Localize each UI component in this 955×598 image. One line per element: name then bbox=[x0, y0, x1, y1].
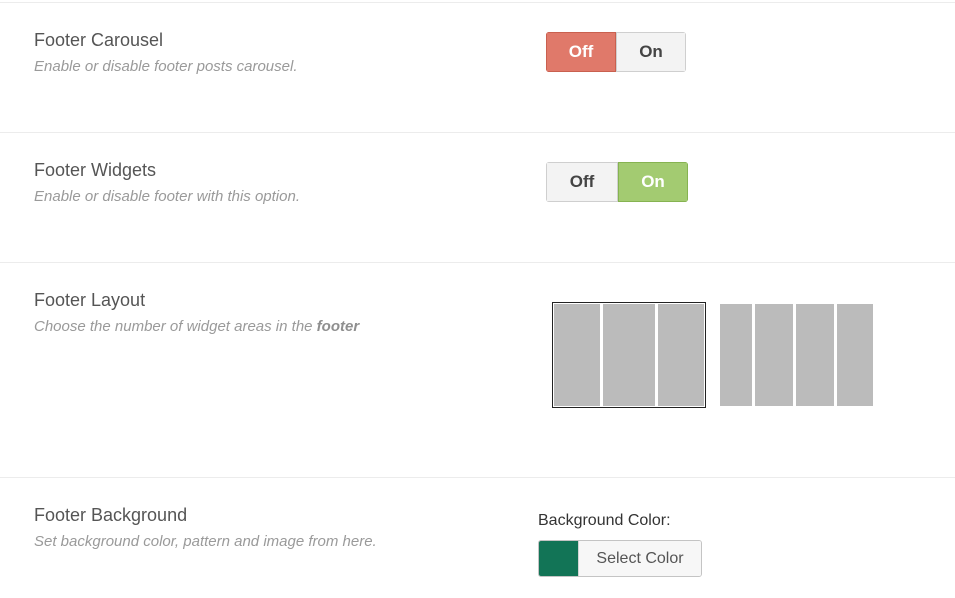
footer-carousel-on-button[interactable]: On bbox=[616, 32, 686, 72]
footer-carousel-description: Enable or disable footer posts carousel. bbox=[34, 58, 298, 75]
footer-widgets-off-button[interactable]: Off bbox=[546, 162, 618, 202]
footer-carousel-off-button[interactable]: Off bbox=[546, 32, 616, 72]
footer-carousel-title: Footer Carousel bbox=[34, 30, 164, 50]
footer-widgets-section: Footer Widgets Enable or disable footer … bbox=[0, 133, 955, 263]
color-swatch bbox=[539, 541, 578, 576]
footer-layout-description-emphasis: footer bbox=[316, 318, 360, 335]
layout-column bbox=[658, 304, 704, 406]
footer-layout-title: Footer Layout bbox=[34, 290, 146, 310]
footer-widgets-on-button[interactable]: On bbox=[618, 162, 688, 202]
footer-carousel-section: Footer Carousel Enable or disable footer… bbox=[0, 3, 955, 133]
layout-column bbox=[837, 304, 873, 406]
layout-column bbox=[796, 304, 834, 406]
background-color-label: Background Color: bbox=[538, 512, 671, 529]
footer-widgets-description: Enable or disable footer with this optio… bbox=[34, 188, 300, 205]
layout-column bbox=[720, 304, 752, 406]
layout-option-4-columns[interactable] bbox=[720, 303, 873, 407]
footer-layout-description: Choose the number of widget areas in the… bbox=[34, 318, 359, 335]
footer-background-section: Footer Background Set background color, … bbox=[0, 478, 955, 598]
layout-column bbox=[603, 304, 655, 406]
footer-widgets-title: Footer Widgets bbox=[34, 160, 157, 180]
select-color-button[interactable]: Select Color bbox=[538, 540, 702, 577]
footer-background-title: Footer Background bbox=[34, 505, 188, 525]
footer-layout-description-text: Choose the number of widget areas in the bbox=[34, 318, 317, 335]
footer-widgets-toggle: Off On bbox=[546, 162, 688, 202]
footer-background-description: Set background color, pattern and image … bbox=[34, 533, 377, 550]
select-color-label: Select Color bbox=[578, 541, 701, 576]
layout-option-3-columns[interactable] bbox=[552, 302, 706, 408]
footer-carousel-toggle: Off On bbox=[546, 32, 686, 72]
footer-layout-section: Footer Layout Choose the number of widge… bbox=[0, 263, 955, 478]
layout-column bbox=[755, 304, 793, 406]
layout-column bbox=[554, 304, 600, 406]
